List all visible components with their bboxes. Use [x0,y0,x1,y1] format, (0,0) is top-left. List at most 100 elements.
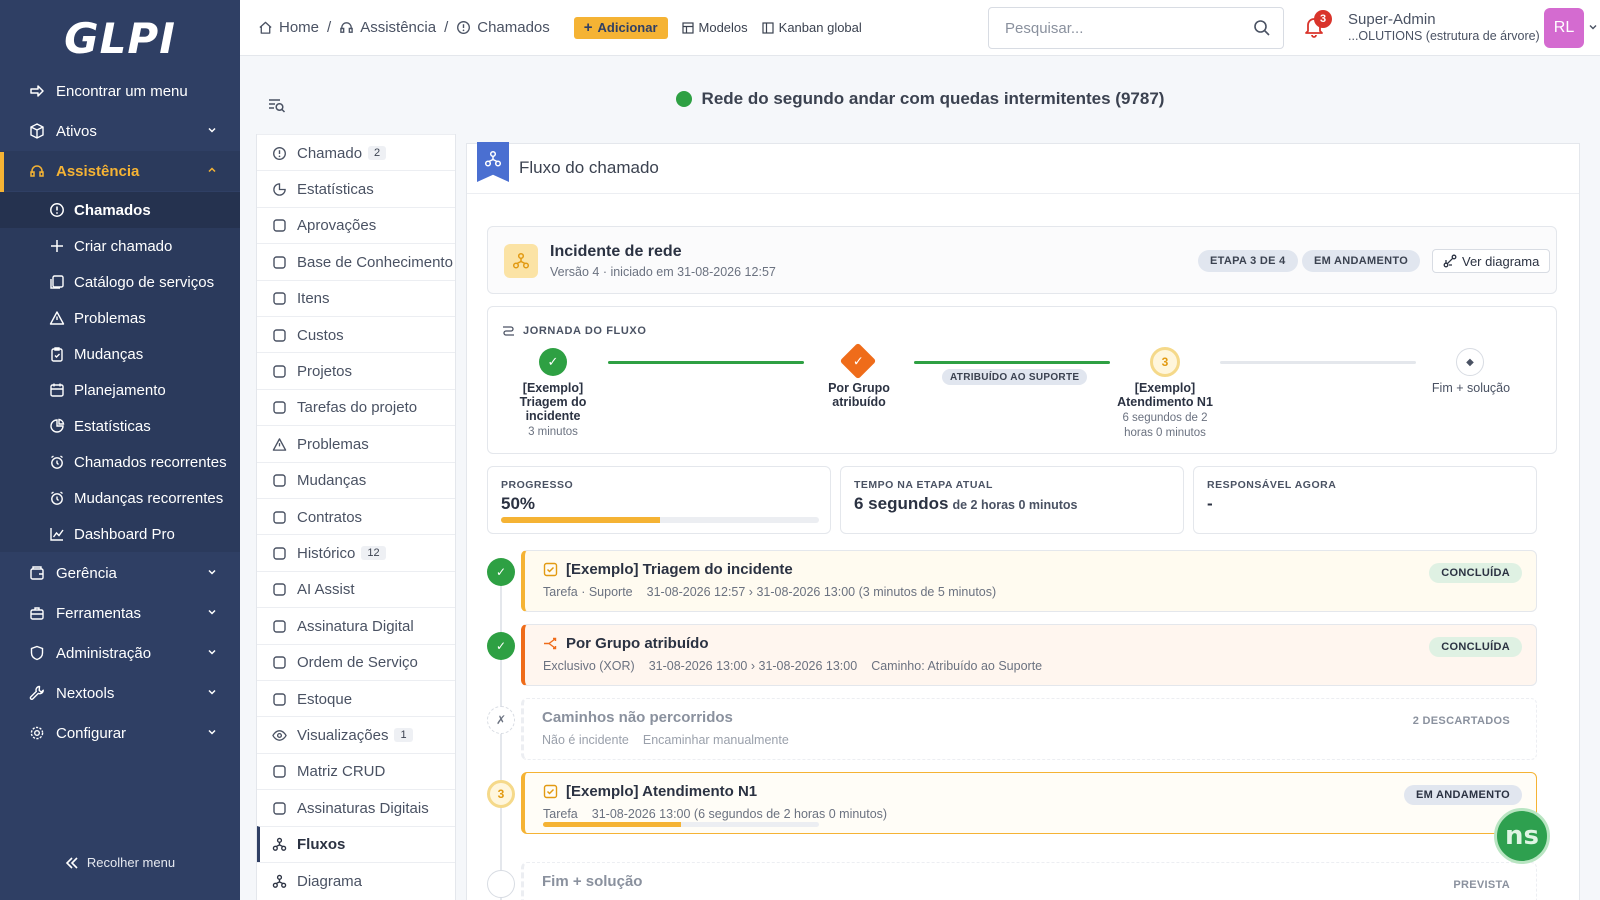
task-check-icon [543,562,558,577]
flow-summary-card: Incidente de rede Versão 4 · iniciado em… [487,226,1557,294]
view-diagram-button[interactable]: Ver diagrama [1432,249,1551,273]
chevron-down-icon[interactable] [1588,22,1598,32]
route-icon [502,324,515,337]
journey-step-1[interactable]: [Exemplo] Triagem do incidente 3 minutos [498,381,608,440]
breadcrumb-assistencia[interactable]: Assistência [339,19,436,36]
sidebar-sub-label: Criar chamado [74,237,173,255]
tab-chamado[interactable]: Chamado 2 [257,134,455,171]
add-button[interactable]: + Adicionar [573,16,668,39]
sidebar-item-ativos[interactable]: Ativos [0,111,240,151]
tab-ai-assist[interactable]: AI Assist [257,570,455,608]
tab-historico[interactable]: Histórico 12 [257,534,455,571]
avatar[interactable]: RL [1544,8,1584,48]
journey-step-2-mark: ✓ [852,353,864,368]
sidebar-sub-dashboard-pro[interactable]: Dashboard Pro [0,516,240,552]
tab-base-de-conhecimento[interactable]: Base de Conhecimento [257,243,455,280]
timeline-item-grupo[interactable]: Por Grupo atribuído Exclusivo (XOR) 31-08… [521,624,1537,686]
gear-icon [28,725,46,741]
timeline-item-title: Caminhos não percorridos [542,709,733,726]
search-icon[interactable] [1253,19,1271,37]
flow-panel: Fluxo do chamado Incidente de rede Versã… [466,142,1580,900]
search-input[interactable]: Pesquisar... [988,7,1284,49]
sidebar-item-gerencia[interactable]: Gerência [0,553,240,593]
templates-link[interactable]: Modelos [681,20,748,35]
flow-icon-box [504,244,538,278]
tab-fluxos[interactable]: Fluxos [257,825,455,863]
tab-diagrama[interactable]: Diagrama [257,862,455,899]
sidebar-item-configurar[interactable]: Configurar [0,713,240,753]
timeline-item-skipped-paths[interactable]: Caminhos não percorridos Não é incidente… [521,698,1537,760]
tab-projetos[interactable]: Projetos [257,352,455,389]
sidebar-sub-criar-chamado[interactable]: Criar chamado [0,228,240,264]
timeline-item-title: [Exemplo] Triagem do incidente [566,561,793,578]
sidebar-item-label: Configurar [56,724,127,742]
tab-matriz-crud[interactable]: Matriz CRUD [257,752,455,790]
journey-step-2[interactable]: Por Grupo atribuído [804,381,914,409]
sidebar-sub-chamados-recorrentes[interactable]: Chamados recorrentes [0,444,240,480]
tab-itens[interactable]: Itens [257,279,455,317]
collapse-menu-button[interactable]: Recolher menu [0,855,240,870]
sidebar-item-ferramentas[interactable]: Ferramentas [0,593,240,633]
timeline-status-badge: 2 DESCARTADOS [1412,715,1510,727]
timeline-item-fim[interactable]: Fim + solução PREVISTA [521,862,1537,900]
glpi-logo[interactable]: GLPI [0,0,240,76]
tab-ordem-de-servico[interactable]: Ordem de Serviço [257,643,455,681]
tab-assinaturas-digitais[interactable]: Assinaturas Digitais [257,789,455,826]
journey-step-name: [Exemplo] Triagem do incidente [519,381,587,423]
tab-label: Projetos [297,362,353,380]
progress-bar-fill [501,517,660,523]
flow-sitemap-icon [484,150,502,168]
user-name[interactable]: Super-Admin [1348,11,1436,28]
breadcrumb-home[interactable]: Home [258,19,319,36]
tab-label: Matriz CRUD [297,763,386,781]
sidebar-item-nextools[interactable]: Nextools [0,673,240,713]
sidebar-sub-label: Estatísticas [74,417,151,435]
journey-step-3[interactable]: [Exemplo] Atendimento N1 6 segundos de 2… [1110,381,1220,441]
user-entity[interactable]: ...OLUTIONS (estrutura de árvore) [1348,29,1540,43]
timeline-status-badge: CONCLUÍDA [1429,637,1522,657]
journey-connector [1220,361,1416,364]
sidebar-sub-catalogo[interactable]: Catálogo de serviços [0,264,240,300]
timeline-item-atendimento[interactable]: [Exemplo] Atendimento N1 Tarefa 31-08-202… [521,772,1537,834]
sidebar-sub-label: Chamados [74,201,151,219]
find-menu[interactable]: Encontrar um menu [0,71,240,111]
tab-tarefas-do-projeto[interactable]: Tarefas do projeto [257,388,455,426]
tab-contratos[interactable]: Contratos [257,498,455,535]
sidebar-sub-estatisticas[interactable]: Estatísticas [0,408,240,444]
sidebar-sub-mudancas-recorrentes[interactable]: Mudanças recorrentes [0,480,240,516]
sidebar-sub-mudancas[interactable]: Mudanças [0,336,240,372]
tab-visualizacoes[interactable]: Visualizações 1 [257,716,455,753]
tab-mudancas[interactable]: Mudanças [257,461,455,499]
tab-label: Histórico [297,544,356,562]
breadcrumb-chamados[interactable]: Chamados [456,19,550,36]
journey-step-duration: 3 minutos [528,426,578,438]
tab-estatisticas[interactable]: Estatísticas [257,170,455,207]
kanban-icon [762,21,774,34]
signature-icon [271,619,287,634]
timeline-item-triagem[interactable]: [Exemplo] Triagem do incidente Tarefa · … [521,550,1537,612]
flow-sitemap-icon [512,252,530,270]
tab-problemas[interactable]: Problemas [257,425,455,462]
tab-custos[interactable]: Custos [257,316,455,353]
tab-assinatura-digital[interactable]: Assinatura Digital [257,607,455,644]
tab-label: Itens [297,290,330,308]
tab-estoque[interactable]: Estoque [257,680,455,717]
stock-icon [271,692,287,707]
journey-step-4[interactable]: Fim + solução [1416,381,1526,395]
tab-label: AI Assist [297,581,355,599]
alert-circle-icon [456,20,471,35]
sidebar-item-administracao[interactable]: Administração [0,633,240,673]
ns-assistant-button[interactable]: ns [1494,808,1550,864]
sidebar-item-assistencia[interactable]: Assistência [0,151,240,191]
chevron-down-icon [206,726,218,738]
sidebar-sub-problemas[interactable]: Problemas [0,300,240,336]
sidebar-item-label: Ativos [56,122,97,140]
contract-icon [271,510,287,525]
chevron-down-icon [206,566,218,578]
kanban-link[interactable]: Kanban global [762,20,862,35]
sidebar-sub-chamados[interactable]: Chamados [0,192,240,228]
sidebar-sub-planejamento[interactable]: Planejamento [0,372,240,408]
tab-aprovacoes[interactable]: Aprovações [257,206,455,244]
plus-icon [48,239,66,253]
timeline-dot-done: ✓ [487,632,515,660]
